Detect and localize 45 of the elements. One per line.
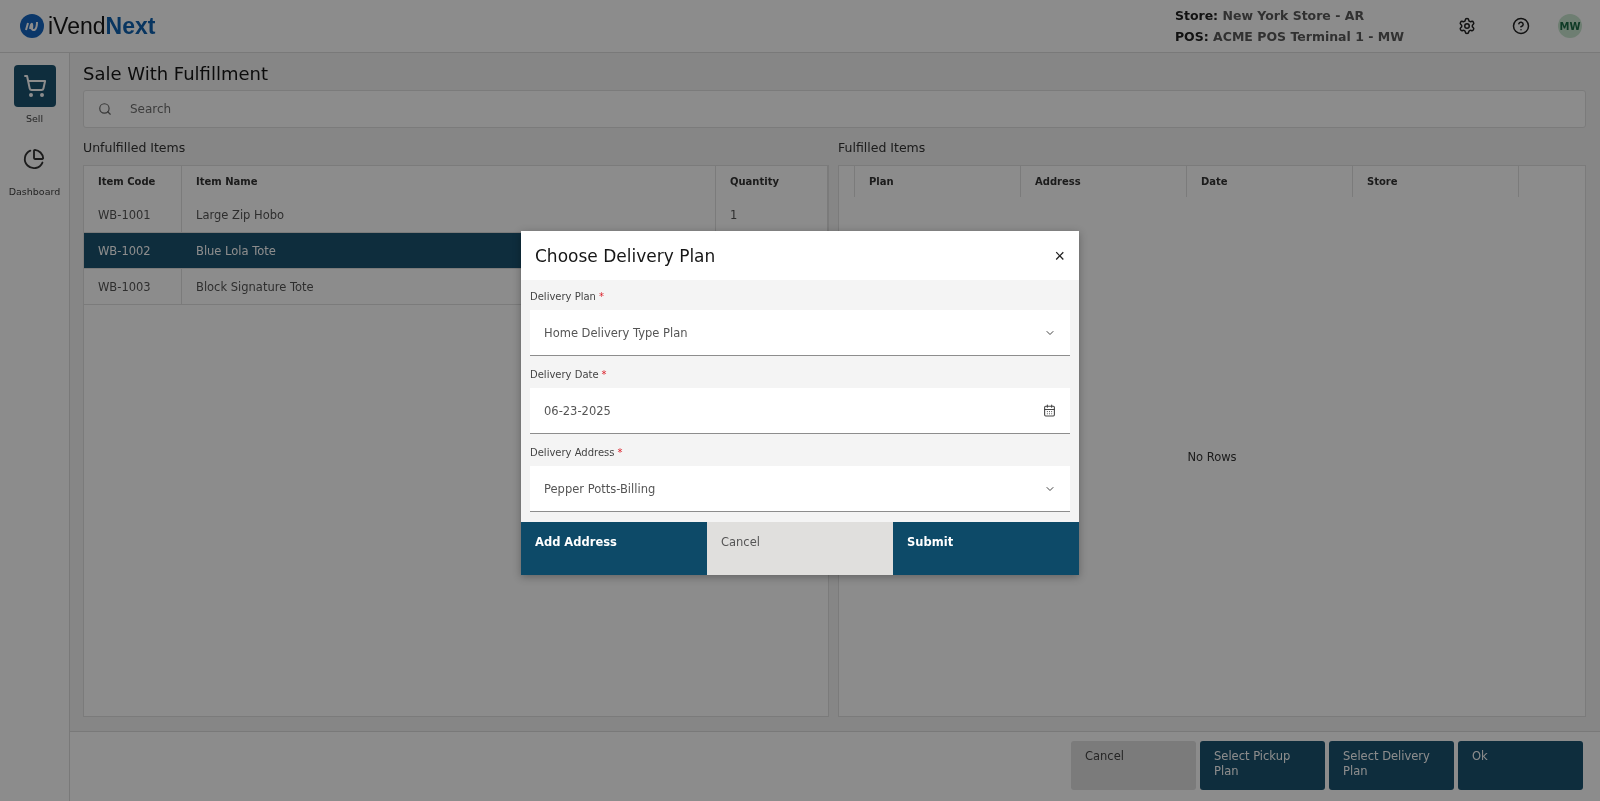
search-icon — [98, 102, 112, 116]
section-title: Fulfilled Items — [838, 140, 927, 155]
settings-button[interactable] — [1458, 17, 1476, 35]
table-cell: 1 — [730, 207, 738, 222]
cart-icon — [22, 74, 47, 98]
table-cell: WB-1002 — [98, 243, 151, 258]
user-avatar[interactable]: MW — [1558, 14, 1582, 38]
column-header: Address — [1021, 166, 1187, 197]
search-field[interactable]: Search — [128, 101, 1571, 117]
action-button[interactable]: Add Address — [521, 522, 707, 575]
table-cell: WB-1003 — [98, 279, 151, 294]
field-label: Delivery Address * — [530, 447, 624, 458]
cancel-button[interactable]: Cancel — [707, 522, 893, 575]
action-button[interactable]: Submit — [893, 522, 1079, 575]
dropdown-field[interactable]: Home Delivery Type Plan — [530, 310, 1070, 356]
page-title: Sale With Fulfillment — [83, 63, 270, 84]
logo-text: iVendNext — [48, 12, 156, 40]
table-cell: Blue Lola Tote — [196, 243, 276, 258]
action-button[interactable]: Select Delivery Plan — [1329, 741, 1454, 790]
field-label: Delivery Date * — [530, 369, 608, 380]
column-header: Store — [1353, 166, 1519, 197]
store-info: Store: New York Store - AR — [1174, 8, 1366, 23]
table-cell: Block Signature Tote — [196, 279, 314, 294]
column-header: Plan — [855, 166, 1021, 197]
column-header: Date — [1187, 166, 1353, 197]
action-button[interactable]: Ok — [1458, 741, 1583, 790]
close-button[interactable]: × — [1054, 246, 1065, 265]
section-title: Unfulfilled Items — [83, 140, 187, 155]
table-cell: Large Zip Hobo — [196, 207, 285, 222]
table-row[interactable]: WB-1001 Large Zip Hobo 1 — [84, 197, 828, 233]
table-cell: WB-1001 — [98, 207, 151, 222]
cancel-button[interactable]: Cancel — [1071, 741, 1196, 790]
field-label: Delivery Plan * — [530, 291, 605, 302]
pie-chart-icon — [23, 148, 46, 170]
pos-info: POS: ACME POS Terminal 1 - MW — [1174, 29, 1404, 44]
calendar-icon — [1043, 404, 1056, 417]
sidebar-item[interactable]: Dashboard — [8, 138, 61, 197]
search-bar[interactable]: Search — [83, 90, 1586, 128]
logo-icon — [20, 14, 44, 38]
dropdown-field[interactable]: Pepper Potts-Billing — [530, 466, 1070, 512]
dialog-title: Choose Delivery Plan — [535, 245, 716, 266]
help-button[interactable] — [1512, 17, 1530, 35]
action-button[interactable]: Select Pickup Plan — [1200, 741, 1325, 790]
empty-message: No Rows — [1187, 449, 1237, 464]
date-field[interactable]: 06-23-2025 — [530, 388, 1070, 434]
